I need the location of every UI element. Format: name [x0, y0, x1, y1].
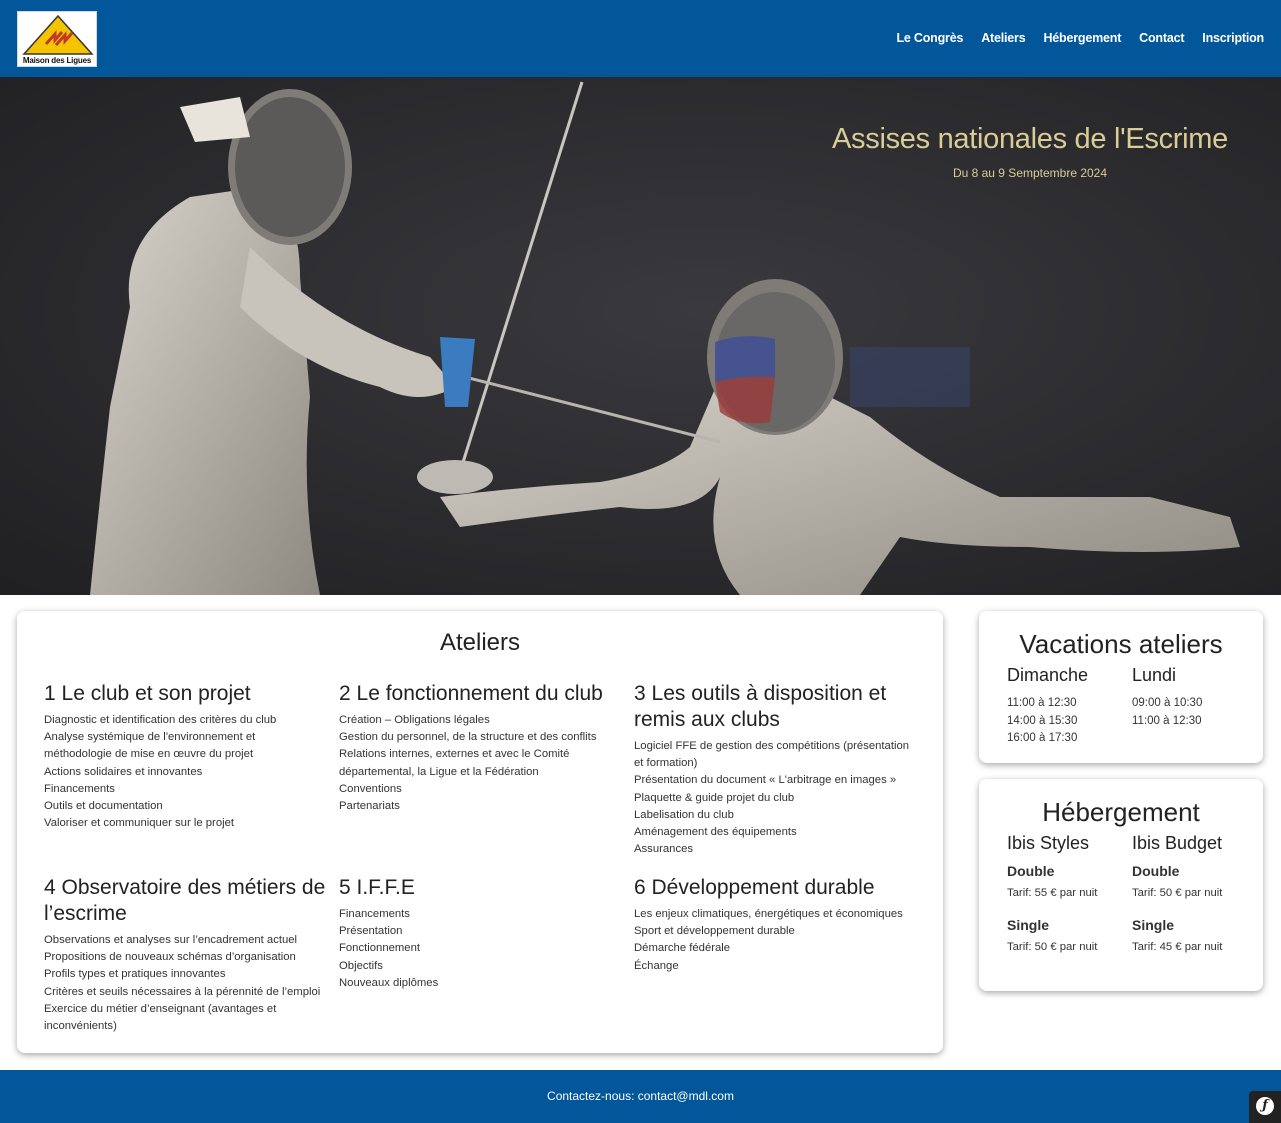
list-item: Les enjeux climatiques, énergétiques et …	[634, 908, 903, 920]
time-slot: 09:00 à 10:30	[1132, 697, 1203, 709]
workshop-list: Observations et analyses sur l’encadreme…	[44, 932, 326, 1035]
nav-link-hebergement[interactable]: Hébergement	[1043, 31, 1121, 45]
footer-contact[interactable]: Contactez-nous: contact@mdl.com	[0, 1089, 1281, 1103]
site-logo[interactable]: Maison des Ligues	[17, 11, 97, 67]
room-type: Double	[1132, 863, 1180, 879]
workshop-title: 1 Le club et son projet	[44, 682, 251, 705]
workshop-title: 3 Les outils à disposition et remis aux …	[634, 682, 887, 731]
workshop-list: Logiciel FFE de gestion des compétitions…	[634, 738, 916, 858]
list-item: Fonctionnement	[339, 942, 421, 955]
room-price: Tarif: 45 € par nuit	[1132, 941, 1223, 953]
day-name: Lundi	[1132, 665, 1177, 685]
list-item: Partenariats	[339, 800, 400, 813]
nav-link-ateliers[interactable]: Ateliers	[981, 31, 1025, 45]
list-item: Plaquette & guide projet du club	[634, 791, 795, 804]
list-item: Nouveaux diplômes	[339, 976, 439, 989]
list-item: Objectifs	[339, 959, 383, 972]
workshop-2: 2 Le fonctionnement du club Création – O…	[339, 681, 621, 815]
workshop-5: 5 I.F.F.E Financements Présentation Fonc…	[339, 875, 621, 992]
hero-title: Assises nationales de l'Escrime	[832, 123, 1228, 155]
workshop-4: 4 Observatoire des métiers de l’escrime …	[44, 875, 326, 1035]
workshop-title: 6 Développement durable	[634, 876, 875, 899]
list-item: Outils et documentation	[44, 800, 163, 813]
hotel-ibis-styles: Ibis Styles Double Tarif: 55 € par nuit …	[1007, 833, 1127, 953]
time-slot: 11:00 à 12:30	[1132, 714, 1202, 727]
list-item: Analyse systémique de l'environnement et	[44, 731, 256, 744]
debug-toolbar-toggle[interactable]: ƒ	[1249, 1091, 1281, 1123]
list-item: Présentation	[339, 925, 403, 938]
list-item: Aménagement des équipements	[634, 826, 797, 839]
day-column-dimanche: Dimanche 11:00 à 12:30 14:00 à 15:30 16:…	[1007, 665, 1127, 748]
room-type: Single	[1007, 917, 1050, 933]
time-slot: 11:00 à 12:30	[1007, 697, 1077, 709]
list-item: Propositions de nouveaux schémas d’organ…	[44, 951, 296, 964]
list-item: Financements	[44, 782, 115, 795]
list-item: Critères et seuils nécessaires à la pére…	[44, 985, 321, 998]
hero-banner: Assises nationales de l'Escrime Du 8 au …	[0, 77, 1281, 595]
time-slot: 16:00 à 17:30	[1007, 732, 1078, 744]
list-item: Financements	[339, 908, 410, 920]
workshop-list: Diagnostic et identification des critère…	[44, 712, 326, 832]
hotel-name: Ibis Styles	[1007, 833, 1090, 853]
hebergement-card: Hébergement Ibis Styles Double Tarif: 55…	[979, 779, 1263, 991]
room-type: Double	[1007, 863, 1055, 879]
list-item: Relations internes, externes et avec le …	[339, 748, 570, 761]
list-item: Diagnostic et identification des critère…	[44, 714, 277, 726]
list-item: Logiciel FFE de gestion des compétitions…	[634, 740, 910, 752]
list-item: Assurances	[634, 843, 694, 856]
logo-text: Maison des Ligues	[22, 56, 92, 65]
time-slot: 14:00 à 15:30	[1007, 714, 1078, 727]
list-item: et formation)	[634, 757, 698, 770]
ateliers-title: Ateliers	[439, 629, 521, 656]
workshop-title: 2 Le fonctionnement du club	[339, 682, 603, 705]
workshop-3: 3 Les outils à disposition et remis aux …	[634, 681, 916, 858]
vacations-card: Vacations ateliers Dimanche 11:00 à 12:3…	[979, 611, 1263, 763]
nav-link-contact[interactable]: Contact	[1139, 31, 1184, 45]
list-item: Création – Obligations légales	[339, 714, 490, 726]
list-item: Sport et développement durable	[634, 925, 795, 938]
hotel-name: Ibis Budget	[1132, 833, 1223, 853]
list-item: Démarche fédérale	[634, 942, 731, 955]
workshop-6: 6 Développement durable Les enjeux clima…	[634, 875, 916, 975]
day-name: Dimanche	[1007, 665, 1089, 685]
room-price: Tarif: 50 € par nuit	[1007, 941, 1098, 953]
workshop-list: Financements Présentation Fonctionnement…	[339, 906, 621, 992]
day-column-lundi: Lundi 09:00 à 10:30 11:00 à 12:30	[1132, 665, 1252, 730]
list-item: Conventions	[339, 782, 402, 795]
list-item: Gestion du personnel, de la structure et…	[339, 731, 597, 744]
hotel-ibis-budget: Ibis Budget Double Tarif: 50 € par nuit …	[1132, 833, 1252, 953]
room-price: Tarif: 50 € par nuit	[1132, 887, 1223, 899]
ateliers-card: Ateliers 1 Le club et son projet Diagnos…	[17, 611, 943, 1053]
nav-link-inscription[interactable]: Inscription	[1202, 31, 1264, 45]
workshop-list: Création – Obligations légales Gestion d…	[339, 712, 621, 815]
list-item: Échange	[634, 959, 679, 972]
list-item: Exercice du métier d’enseignant (avantag…	[44, 1002, 277, 1015]
workshop-title: 4 Observatoire des métiers de l’escrime	[44, 876, 326, 925]
list-item: Observations et analyses sur l’encadreme…	[44, 934, 298, 946]
main-nav: Le Congrès Ateliers Hébergement Contact …	[896, 31, 1264, 45]
logo-graphic	[22, 14, 94, 55]
room-type: Single	[1132, 917, 1175, 933]
list-item: Valoriser et communiquer sur le projet	[44, 817, 235, 830]
nav-link-congres[interactable]: Le Congrès	[896, 31, 963, 45]
footer: Contactez-nous: contact@mdl.com ƒ	[0, 1070, 1281, 1123]
top-navbar: Maison des Ligues Le Congrès Ateliers Hé…	[0, 0, 1281, 77]
list-item: Labelisation du club	[634, 808, 734, 821]
workshop-list: Les enjeux climatiques, énergétiques et …	[634, 906, 916, 975]
list-item: départemental, la Ligue et la Fédération	[339, 765, 539, 778]
list-item: méthodologie de mise en œuvre du projet	[44, 748, 254, 761]
workshop-title: 5 I.F.F.E	[339, 876, 415, 899]
list-item: inconvénients)	[44, 1020, 117, 1033]
symfony-icon: ƒ	[1256, 1097, 1274, 1115]
list-item: Actions solidaires et innovantes	[44, 765, 203, 778]
list-item: Présentation du document « L'arbitrage e…	[634, 774, 897, 787]
vacations-title: Vacations ateliers	[1019, 629, 1223, 659]
room-price: Tarif: 55 € par nuit	[1007, 887, 1098, 899]
workshop-1: 1 Le club et son projet Diagnostic et id…	[44, 681, 326, 832]
list-item: Profils types et pratiques innovantes	[44, 968, 226, 981]
hebergement-title: Hébergement	[1042, 797, 1200, 827]
hero-subtitle: Du 8 au 9 Semptembre 2024	[952, 166, 1108, 180]
